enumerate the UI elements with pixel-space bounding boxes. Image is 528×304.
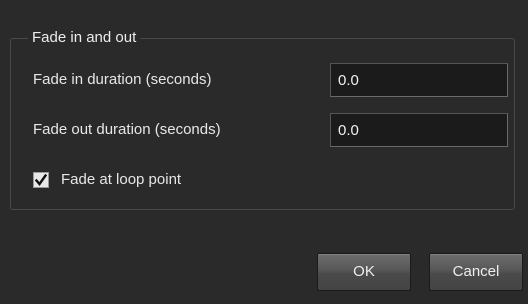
fade-in-duration-input[interactable] [330, 63, 508, 97]
group-title: Fade in and out [28, 28, 141, 48]
fade-out-duration-input[interactable] [330, 113, 508, 147]
ok-button[interactable]: OK [317, 253, 411, 291]
fade-at-loop-checkbox[interactable] [33, 172, 49, 188]
fade-in-label: Fade in duration (seconds) [33, 71, 212, 88]
fade-at-loop-label: Fade at loop point [61, 171, 182, 188]
fade-out-label: Fade out duration (seconds) [33, 121, 221, 138]
cancel-button[interactable]: Cancel [429, 253, 523, 291]
checkmark-icon [35, 174, 47, 186]
